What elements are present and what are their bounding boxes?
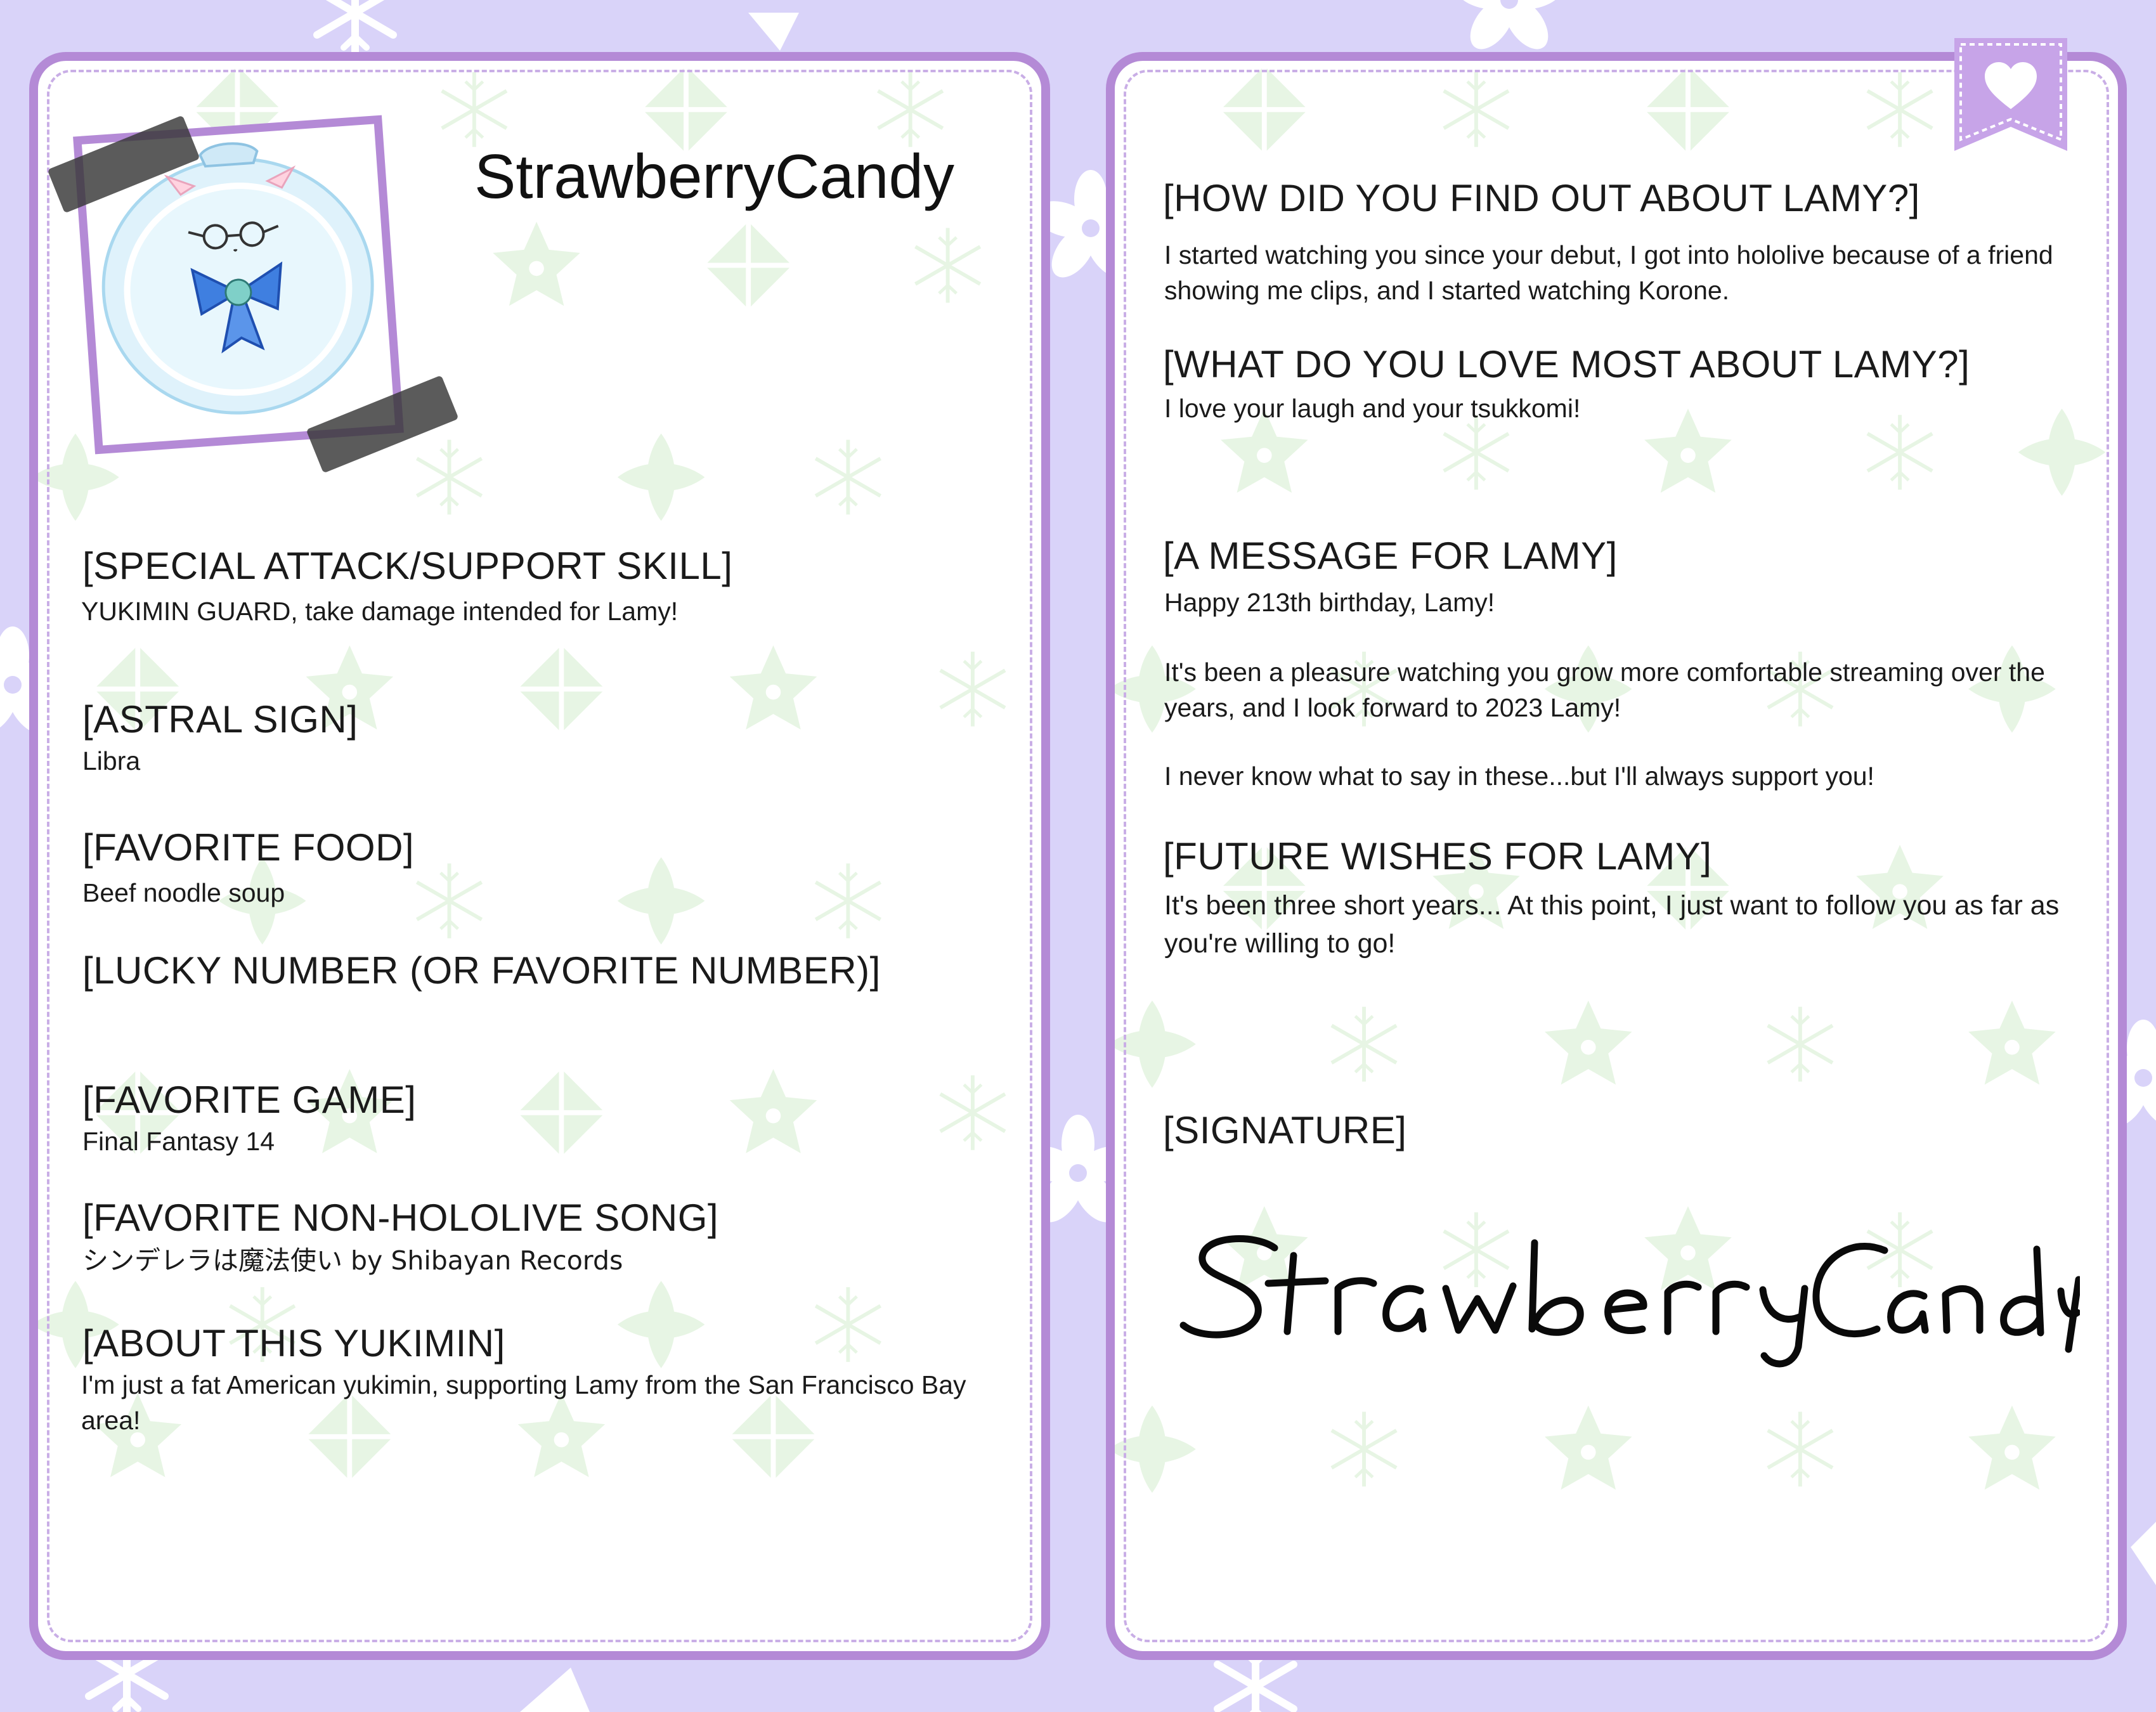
section-body-about-yukimin: I'm just a fat American yukimin, support… — [81, 1370, 966, 1435]
section-body-favorite-food: Beef noodle soup — [82, 878, 285, 907]
section-heading-special-attack: [SPECIAL ATTACK/SUPPORT SKILL] — [82, 545, 733, 587]
section-body-message-line3: I never know what to say in these...but … — [1164, 762, 1874, 791]
section-heading-favorite-song: [FAVORITE NON-HOLOLIVE SONG] — [82, 1196, 719, 1239]
handwritten-signature — [1179, 1235, 2080, 1368]
section-heading-lucky-number: [LUCKY NUMBER (OR FAVORITE NUMBER)] — [82, 949, 881, 992]
profile-name-title: StrawberryCandy — [474, 141, 955, 211]
section-body-message-line1: Happy 213th birthday, Lamy! — [1164, 588, 1495, 617]
section-body-astral-sign: Libra — [82, 746, 141, 775]
section-heading-future-wishes: [FUTURE WISHES FOR LAMY] — [1163, 835, 1712, 878]
section-body-favorite-game: Final Fantasy 14 — [82, 1127, 275, 1156]
section-body-favorite-song: シンデレラは魔法使い by Shibayan Records — [82, 1245, 623, 1276]
section-heading-astral-sign: [ASTRAL SIGN] — [82, 698, 358, 741]
section-body-how-found: I started watching you since your debut,… — [1164, 240, 2053, 305]
section-heading-love-most: [WHAT DO YOU LOVE MOST ABOUT LAMY?] — [1163, 343, 1970, 386]
section-heading-message: [A MESSAGE FOR LAMY] — [1163, 535, 1618, 577]
heart-bookmark-icon — [1954, 38, 2067, 151]
section-body-love-most: I love your laugh and your tsukkomi! — [1164, 394, 1581, 423]
section-heading-signature: [SIGNATURE] — [1163, 1109, 1407, 1151]
section-body-special-attack: YUKIMIN GUARD, take damage intended for … — [81, 597, 679, 626]
section-body-message-line2: It's been a pleasure watching you grow m… — [1164, 658, 2045, 722]
section-heading-favorite-game: [FAVORITE GAME] — [82, 1079, 417, 1121]
section-heading-favorite-food: [FAVORITE FOOD] — [82, 826, 415, 869]
section-body-future-wishes: It's been three short years... At this p… — [1164, 890, 2060, 959]
section-heading-how-found: [HOW DID YOU FIND OUT ABOUT LAMY?] — [1163, 177, 1920, 219]
section-heading-about-yukimin: [ABOUT THIS YUKIMIN] — [82, 1322, 505, 1365]
